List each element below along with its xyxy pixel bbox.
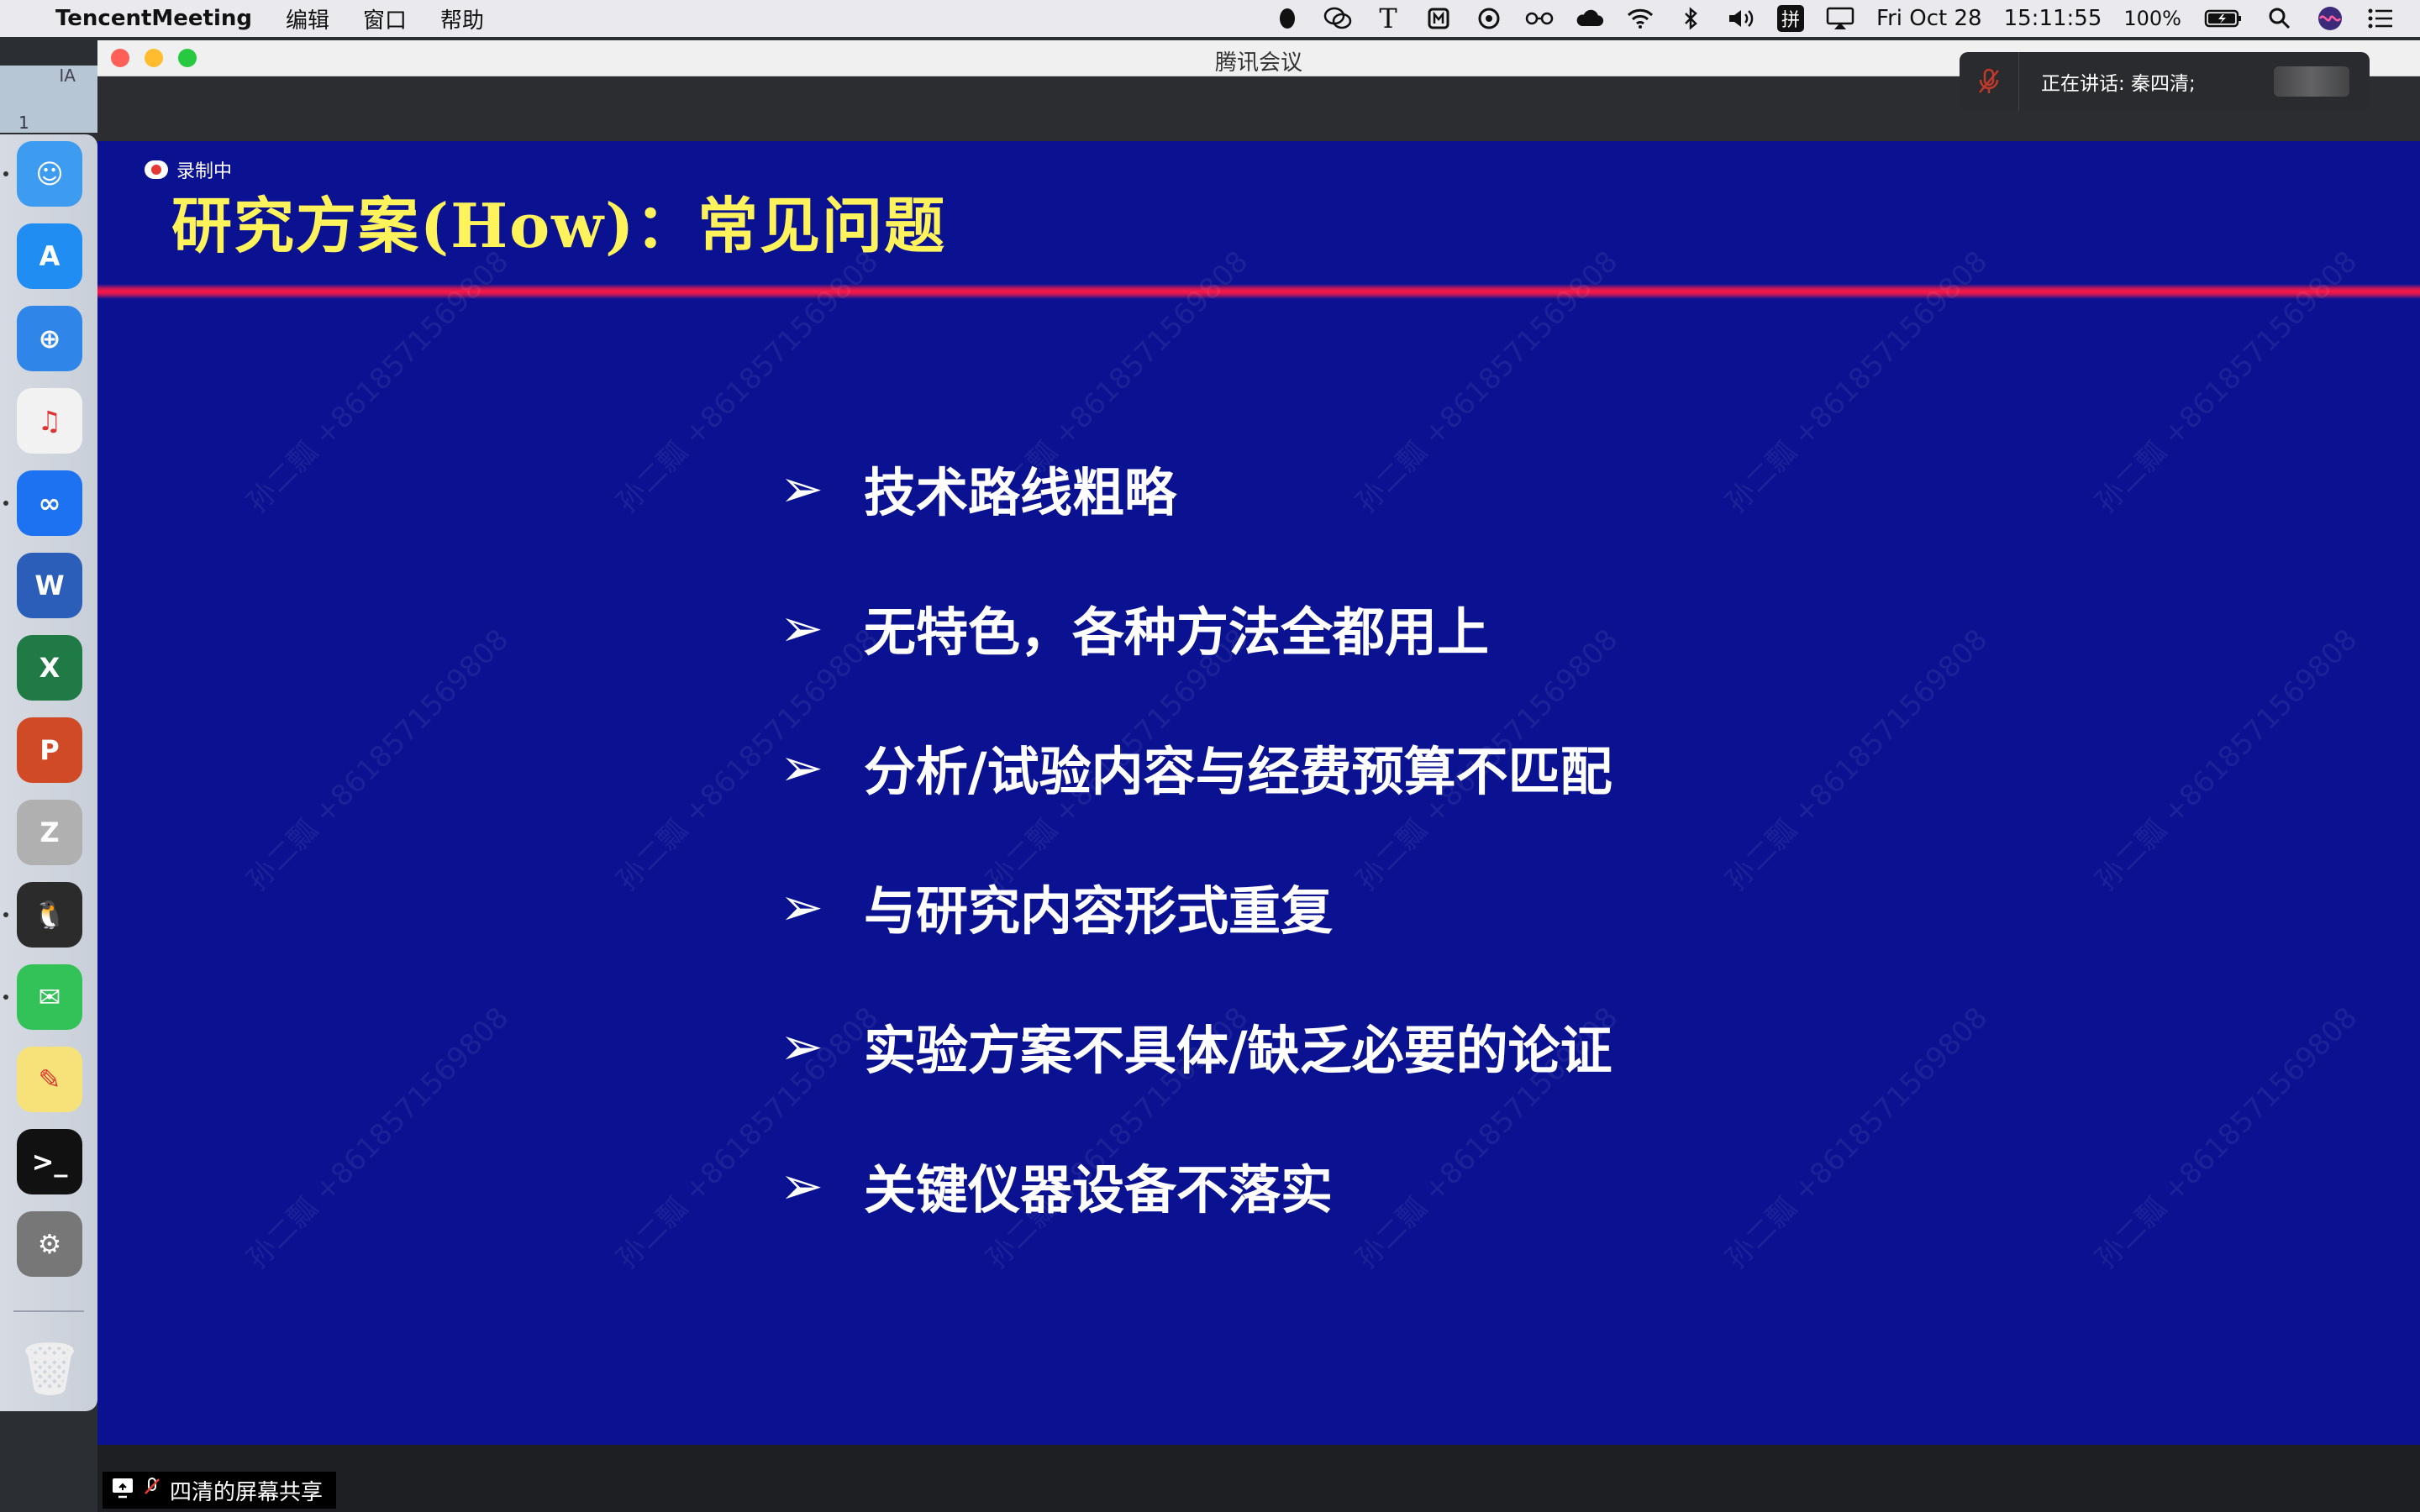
excel-icon[interactable]: X: [17, 635, 82, 701]
trash-icon[interactable]: 🗑: [17, 1336, 82, 1401]
slide-title: 研究方案(How)：常见问题: [171, 190, 947, 261]
running-indicator: [3, 501, 8, 506]
watermark-text: 孙二瓢 +8618571569808: [1719, 244, 1995, 520]
running-indicator: [3, 171, 8, 176]
tencent-meeting-window: 腾讯会议 正在讲话: 秦四清; 录制中 研究方案(How)：常见问题 ➢ 技术路线…: [97, 40, 2420, 1512]
meeting-bottom-bar: 四清的屏幕共享: [97, 1445, 2420, 1512]
qq-status-icon[interactable]: [1273, 4, 1302, 33]
dock-separator: [13, 1310, 84, 1312]
m-icon[interactable]: [1424, 4, 1453, 33]
volume-icon[interactable]: [1727, 4, 1755, 33]
sync-icon[interactable]: [1475, 4, 1503, 33]
input-method-icon[interactable]: 拼: [1777, 5, 1805, 32]
speaker-avatar-icon: [2274, 66, 2349, 97]
share-mic-muted-icon: [143, 1477, 161, 1504]
bullet-text: 分析/试验内容与经费预算不匹配: [864, 741, 1612, 802]
bullet-item: ➢ 无特色，各种方法全都用上: [780, 558, 1612, 697]
menu-edit[interactable]: 编辑: [286, 3, 329, 34]
corner-number: 1: [18, 113, 29, 133]
bullet-text: 技术路线粗略: [864, 462, 1177, 523]
battery-percent[interactable]: 100%: [2123, 7, 2181, 30]
bullet-arrow-icon: ➢: [780, 736, 823, 798]
qq-icon[interactable]: 🐧: [17, 882, 82, 948]
bullet-arrow-icon: ➢: [780, 1154, 823, 1216]
system-preferences-icon[interactable]: ⚙: [17, 1211, 82, 1277]
menu-bar: TencentMeeting 编辑 窗口 帮助 T 拼 Fri Oct 28 1…: [0, 0, 2420, 37]
clock-time[interactable]: 15:11:55: [2004, 6, 2102, 31]
running-indicator: [3, 912, 8, 917]
bullet-list: ➢ 技术路线粗略 ➢ 无特色，各种方法全都用上 ➢ 分析/试验内容与经费预算不匹配 ➢ 与研究…: [780, 418, 1612, 1255]
running-indicator: [3, 995, 8, 1000]
screen-share-badge[interactable]: 四清的屏幕共享: [103, 1472, 337, 1509]
bullet-arrow-icon: ➢: [780, 875, 823, 937]
bullet-arrow-icon: ➢: [780, 596, 823, 659]
menu-window[interactable]: 窗口: [363, 3, 407, 34]
watermark-text: 孙二瓢 +8618571569808: [1719, 1000, 1995, 1276]
corner-label: IA: [59, 66, 76, 86]
safari-icon[interactable]: ⊕: [17, 306, 82, 371]
bullet-text: 关键仪器设备不落实: [864, 1159, 1334, 1221]
speaker-indicator: 正在讲话: 秦四清;: [1960, 52, 2370, 111]
tencent-meeting-icon[interactable]: ∞: [17, 470, 82, 536]
bullet-text: 无特色，各种方法全都用上: [864, 601, 1490, 663]
datetime-day[interactable]: Fri Oct 28: [1876, 6, 1982, 31]
bullet-text: 实验方案不具体/缺乏必要的论证: [864, 1020, 1612, 1081]
siri-icon[interactable]: [2316, 4, 2344, 33]
watermark-text: 孙二瓢 +8618571569808: [1719, 622, 1995, 898]
watermark-text: 孙二瓢 +8618571569808: [240, 622, 516, 898]
music-icon[interactable]: ♫: [17, 388, 82, 454]
bullet-item: ➢ 与研究内容形式重复: [780, 837, 1612, 976]
bullet-arrow-icon: ➢: [780, 457, 823, 519]
bluetooth-icon[interactable]: [1676, 4, 1705, 33]
wifi-icon[interactable]: [1626, 4, 1655, 33]
bullet-arrow-icon: ➢: [780, 1015, 823, 1077]
control-center-icon[interactable]: [2366, 4, 2395, 33]
zotero-icon[interactable]: Z: [17, 800, 82, 865]
search-icon[interactable]: [2265, 4, 2294, 33]
airplay-icon[interactable]: [1826, 4, 1854, 33]
terminal-icon[interactable]: >_: [17, 1129, 82, 1194]
bullet-item: ➢ 实验方案不具体/缺乏必要的论证: [780, 976, 1612, 1116]
watermark-text: 孙二瓢 +8618571569808: [240, 244, 516, 520]
bullet-item: ➢ 分析/试验内容与经费预算不匹配: [780, 697, 1612, 837]
watermark-text: 孙二瓢 +8618571569808: [2089, 1000, 2365, 1276]
watermark-text: 孙二瓢 +8618571569808: [240, 1000, 516, 1276]
app-menu[interactable]: TencentMeeting: [55, 6, 252, 31]
menu-help[interactable]: 帮助: [440, 3, 484, 34]
battery-icon[interactable]: [2203, 4, 2244, 33]
dock: ☺ A ⊕ ♫ ∞ W X P Z 🐧 ✉ ✎ >_ ⚙ 🗑: [0, 134, 97, 1411]
cloud-icon[interactable]: [1576, 4, 1604, 33]
app-store-icon[interactable]: A: [17, 223, 82, 289]
typora-icon[interactable]: T: [1374, 3, 1402, 34]
shared-slide: 录制中 研究方案(How)：常见问题 ➢ 技术路线粗略 ➢ 无特色，各种方法全都用上 ➢…: [97, 141, 2420, 1445]
bullet-item: ➢ 技术路线粗略: [780, 418, 1612, 558]
stickies-icon[interactable]: ✎: [17, 1047, 82, 1112]
recording-cloud-icon: [145, 160, 168, 179]
glasses-icon[interactable]: [1525, 4, 1554, 33]
share-label: 四清的屏幕共享: [170, 1479, 324, 1505]
screen-share-icon: [111, 1477, 134, 1504]
desktop-corner: IA 1: [0, 66, 97, 133]
bullet-text: 与研究内容形式重复: [864, 880, 1334, 942]
word-icon[interactable]: W: [17, 553, 82, 618]
watermark-text: 孙二瓢 +8618571569808: [2089, 622, 2365, 898]
speaker-label: 正在讲话: 秦四清;: [2041, 73, 2196, 95]
watermark-text: 孙二瓢 +8618571569808: [2089, 244, 2365, 520]
title-divider: [97, 284, 2420, 299]
status-area: T 拼 Fri Oct 28 15:11:55 100%: [1273, 0, 2395, 37]
finder-icon[interactable]: ☺: [17, 141, 82, 207]
powerpoint-icon[interactable]: P: [17, 717, 82, 783]
bullet-item: ➢ 关键仪器设备不落实: [780, 1116, 1612, 1255]
wechat-status-icon[interactable]: [1323, 4, 1352, 33]
mic-muted-icon[interactable]: [1960, 52, 2019, 111]
wechat-icon[interactable]: ✉: [17, 964, 82, 1030]
